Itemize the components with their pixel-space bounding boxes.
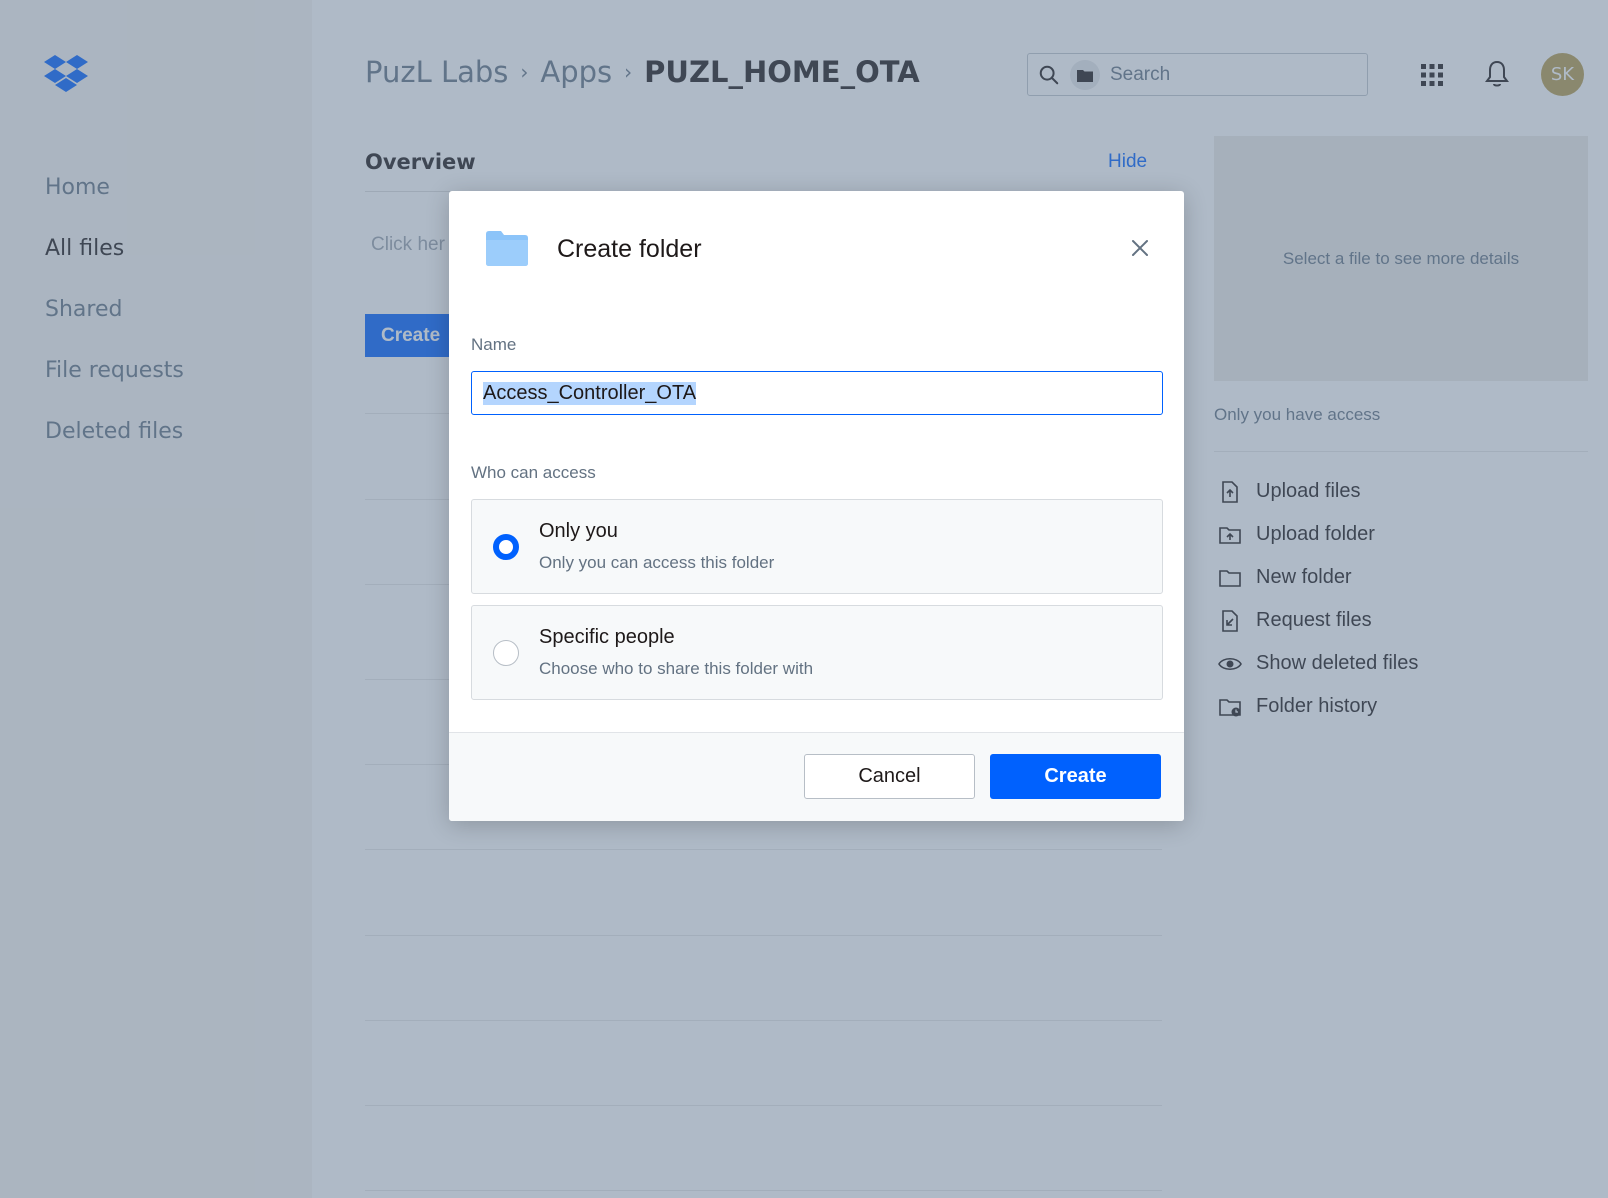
radio-specific-people[interactable] xyxy=(493,640,519,666)
create-folder-dialog: Create folder Name Access_Controller_OTA… xyxy=(449,191,1184,821)
access-option-only-you[interactable]: Only you Only you can access this folder xyxy=(471,499,1163,594)
folder-icon xyxy=(486,231,528,266)
create-folder-button[interactable]: Create xyxy=(990,754,1161,799)
access-label: Who can access xyxy=(471,463,596,482)
option-subtitle: Choose who to share this folder with xyxy=(539,659,814,678)
option-title: Only you xyxy=(539,520,618,542)
name-label: Name xyxy=(471,335,517,354)
dialog-title: Create folder xyxy=(557,235,702,263)
option-title: Specific people xyxy=(539,626,675,648)
folder-name-input[interactable]: Access_Controller_OTA xyxy=(471,371,1163,415)
dialog-footer: Cancel Create xyxy=(449,732,1184,821)
access-option-specific-people[interactable]: Specific people Choose who to share this… xyxy=(471,605,1163,700)
cancel-button[interactable]: Cancel xyxy=(804,754,975,799)
folder-name-value: Access_Controller_OTA xyxy=(483,381,697,405)
option-subtitle: Only you can access this folder xyxy=(539,553,775,572)
close-icon[interactable] xyxy=(1129,237,1151,259)
radio-only-you[interactable] xyxy=(493,534,519,560)
